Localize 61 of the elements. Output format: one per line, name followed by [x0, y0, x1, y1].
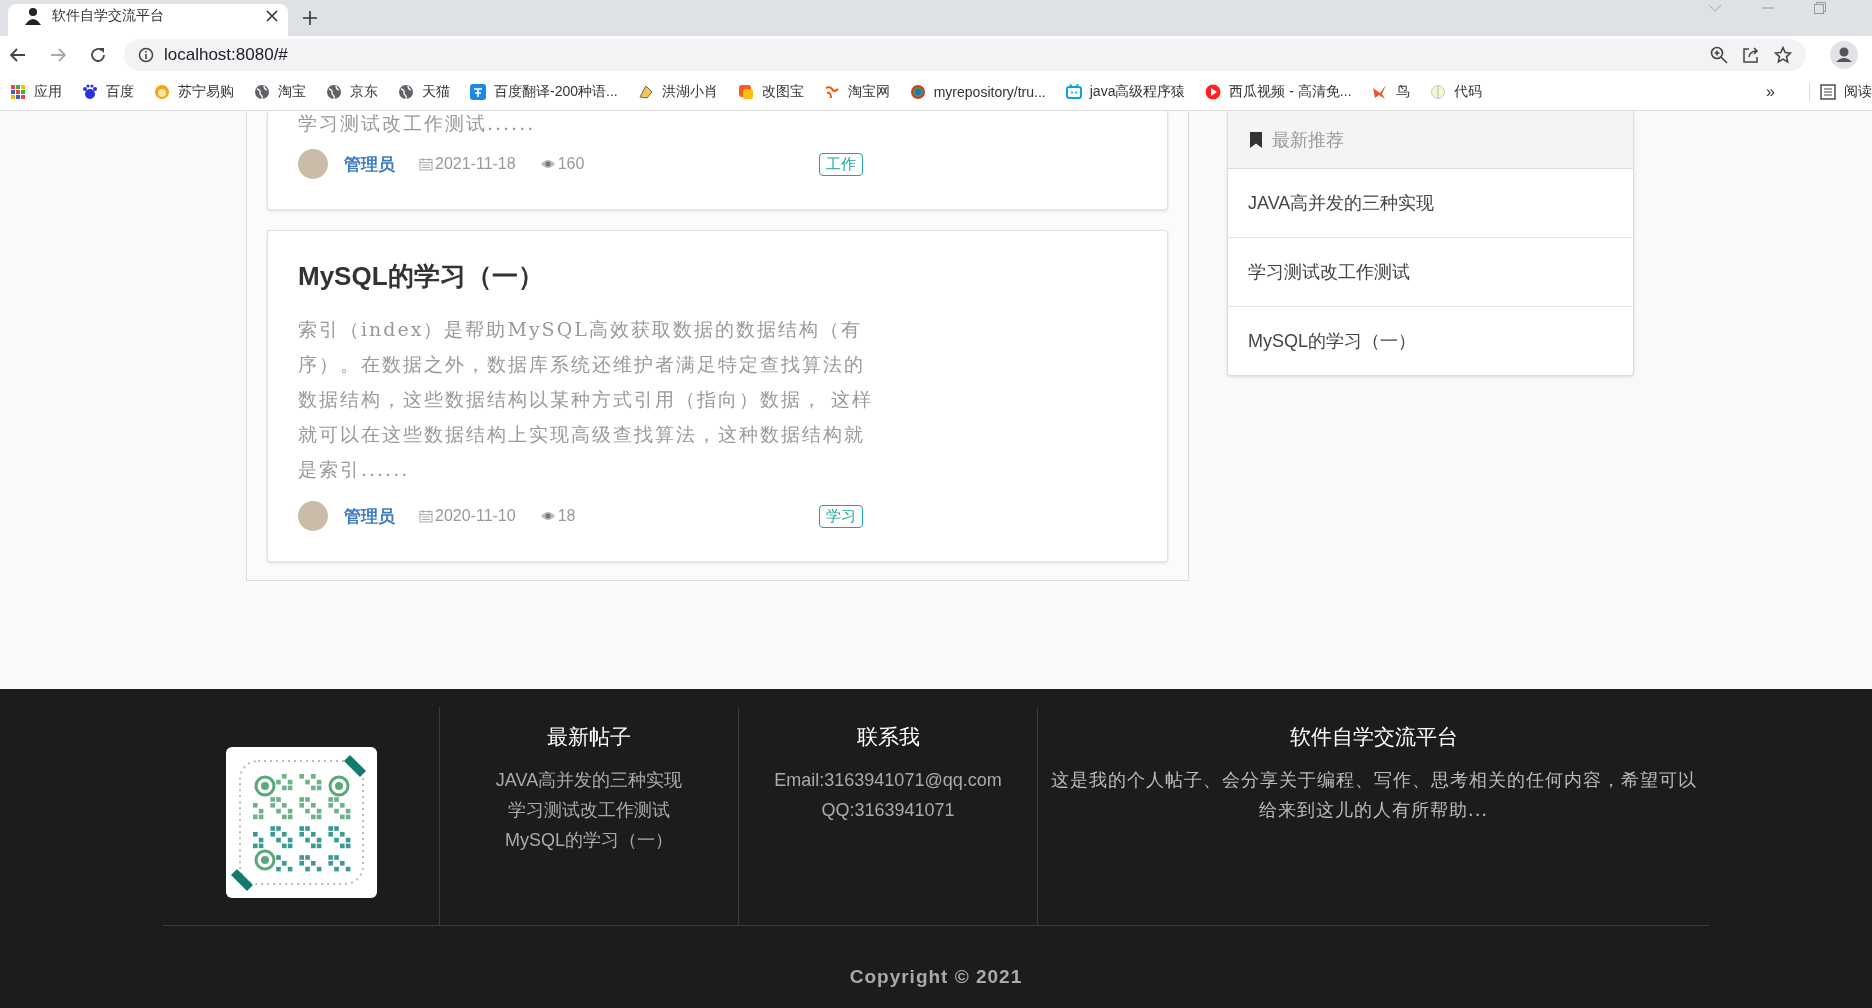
footer-link[interactable]: 学习测试改工作测试	[508, 795, 670, 825]
copyright-text: Copyright © 2021	[849, 966, 1023, 988]
eye-icon	[539, 158, 556, 170]
contact-text: Email:3163941071@qq.com	[774, 769, 1002, 792]
about-text: 这是我的个人帖子、会分享关于编程、写作、思考相关的任何内容，希望可以给来到这儿的人有所帮助...	[1049, 768, 1698, 822]
recommend-link[interactable]: 学习测试改工作测试	[1228, 238, 1633, 307]
author-link[interactable]: 管理员	[344, 152, 395, 176]
footer-heading: 最新帖子	[547, 724, 631, 750]
back-icon[interactable]	[10, 47, 26, 63]
bookmark[interactable]: 淘宝	[254, 83, 306, 101]
bookmark[interactable]: 洪湖小肖	[637, 83, 718, 101]
browser-tab[interactable]: 软件自学交流平台	[8, 4, 288, 36]
post-excerpt: 索引（index）是帮助MySQL高效获取数据的数据结构（有序）。在数据之外，数据库系统还维护者满足特定查找算法的数据结构，这些数据结构以某种方式引用（指向）数据， 这样就可以在这些数据结构上实现高级查找算法，这种数据结构就是索引......	[298, 317, 875, 482]
recommend-link[interactable]: JAVA高并发的三种实现	[1228, 169, 1633, 238]
reload-icon[interactable]	[90, 47, 106, 63]
bookmark[interactable]: 西瓜视频 - 高清免...	[1205, 83, 1352, 101]
bookmark[interactable]: 淘宝网	[823, 83, 890, 101]
calendar-icon	[419, 509, 433, 523]
info-icon	[138, 47, 154, 63]
post-title[interactable]: MySQL的学习（一）	[298, 259, 1137, 294]
view-count: 18	[557, 507, 576, 525]
bookmark[interactable]: 应用	[10, 83, 62, 101]
close-icon[interactable]	[266, 10, 278, 22]
footer-link[interactable]: JAVA高并发的三种实现	[495, 765, 683, 795]
bookmark[interactable]: 改图宝	[737, 83, 804, 101]
star-icon[interactable]	[1774, 46, 1792, 64]
bookmark[interactable]: 天猫	[398, 83, 450, 101]
more-bookmarks-button[interactable]: »	[1766, 83, 1775, 101]
contact-text: QQ:3163941071	[821, 799, 955, 822]
tab-title: 软件自学交流平台	[52, 7, 165, 25]
new-tab-icon[interactable]	[302, 10, 318, 26]
bookmark[interactable]: java高级程序猿	[1065, 83, 1186, 101]
bookmark[interactable]: 百度翻译-200种语...	[470, 83, 618, 101]
profile-icon[interactable]	[1830, 41, 1858, 69]
reading-list-button[interactable]: 阅读	[1809, 83, 1872, 101]
share-icon[interactable]	[1742, 46, 1760, 64]
post-date: 2021-11-18	[435, 155, 516, 173]
eye-icon	[539, 510, 556, 522]
recommend-link[interactable]: MySQL的学习（一）	[1228, 307, 1633, 375]
bookmark[interactable]: 代码	[1429, 83, 1482, 101]
post-date: 2020-11-10	[435, 507, 516, 525]
bookmark[interactable]: 鸟	[1371, 83, 1410, 101]
view-count: 160	[557, 155, 585, 173]
person-icon	[24, 7, 42, 25]
footer-heading: 软件自学交流平台	[1289, 724, 1458, 750]
panel-title: 最新推荐	[1272, 128, 1344, 152]
url-text: localhost:8080/#	[164, 45, 288, 65]
calendar-icon	[419, 157, 433, 171]
zoom-icon[interactable]	[1710, 46, 1728, 64]
avatar	[298, 501, 328, 531]
list-icon	[1820, 84, 1836, 100]
address-bar[interactable]: localhost:8080/#	[124, 39, 1806, 71]
bookmark[interactable]: 苏宁易购	[154, 83, 234, 101]
bookmark[interactable]: myrepository/tru...	[909, 84, 1046, 100]
author-link[interactable]: 管理员	[344, 504, 395, 528]
footer-heading: 联系我	[856, 724, 920, 750]
footer-link[interactable]: MySQL的学习（一）	[505, 825, 673, 855]
bookmark[interactable]: 京东	[326, 83, 378, 101]
avatar	[298, 149, 328, 179]
bookmark[interactable]: 百度	[82, 83, 134, 101]
post-excerpt: 学习测试改工作测试......	[298, 111, 537, 135]
